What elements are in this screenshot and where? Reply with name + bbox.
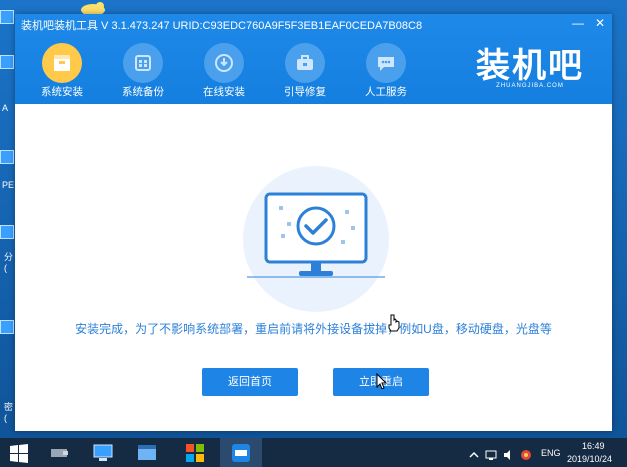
nav-item-system-install[interactable]: 系统安装 bbox=[31, 39, 93, 99]
desktop-icon[interactable] bbox=[0, 55, 14, 69]
brand-name: 装机吧 bbox=[476, 46, 584, 86]
tray-expand-icon[interactable] bbox=[469, 450, 479, 460]
clock-date[interactable]: 2019/10/24 bbox=[567, 454, 612, 464]
window-title: 装机吧装机工具 V 3.1.473.247 URID:C93EDC760A9F5… bbox=[21, 20, 423, 32]
desktop-label: ( bbox=[4, 413, 7, 423]
nav-item-online-install[interactable]: 在线安装 bbox=[193, 39, 255, 99]
nav-item-manual-service[interactable]: 人工服务 bbox=[355, 39, 417, 99]
windows-start-icon[interactable] bbox=[8, 442, 30, 464]
nav-label: 系统备份 bbox=[122, 86, 164, 98]
usb-drive-icon[interactable] bbox=[48, 442, 70, 464]
install-complete-message: 安装完成，为了不影响系统部署，重启前请将外接设备拔掉，例如U盘，移动硬盘，光盘等 bbox=[75, 322, 552, 336]
desktop-label: 分 bbox=[4, 252, 14, 262]
windows-backup-icon bbox=[123, 43, 163, 83]
minimize-button[interactable]: — bbox=[571, 16, 585, 30]
mouse-cursor-icon bbox=[388, 314, 400, 332]
desktop-icon[interactable] bbox=[0, 320, 14, 334]
desktop-icon[interactable] bbox=[0, 150, 14, 164]
desktop-label: A bbox=[2, 103, 9, 113]
nav-label: 引导修复 bbox=[284, 86, 326, 98]
close-button[interactable]: ✕ bbox=[593, 16, 607, 30]
network-icon[interactable] bbox=[485, 449, 497, 461]
nav-label: 系统安装 bbox=[41, 86, 83, 98]
mouse-cursor-icon bbox=[376, 373, 388, 389]
zhuangjiba-app-icon bbox=[232, 444, 250, 462]
nav-item-system-backup[interactable]: 系统备份 bbox=[112, 39, 174, 99]
desktop-label: ( bbox=[4, 263, 7, 273]
nav-item-boot-repair[interactable]: 引导修复 bbox=[274, 39, 336, 99]
brand-logo: 装机吧 ZHUANGJIBA.COM bbox=[460, 38, 600, 94]
install-complete-illustration bbox=[243, 166, 389, 312]
windows-tiles-icon[interactable] bbox=[184, 442, 206, 464]
installer-window: 装机吧装机工具 V 3.1.473.247 URID:C93EDC760A9F5… bbox=[15, 14, 612, 431]
taskbar-active-app[interactable] bbox=[220, 438, 262, 467]
title-bar: 装机吧装机工具 V 3.1.473.247 URID:C93EDC760A9F5… bbox=[15, 14, 612, 104]
main-content: 安装完成，为了不影响系统部署，重启前请将外接设备拔掉，例如U盘，移动硬盘，光盘等… bbox=[15, 104, 612, 431]
taskbar: ENG 16:49 2019/10/24 bbox=[0, 438, 627, 467]
box-icon bbox=[42, 43, 82, 83]
input-language[interactable]: ENG bbox=[541, 448, 561, 458]
color-app-tray-icon[interactable] bbox=[520, 449, 532, 461]
desktop-icon[interactable] bbox=[0, 10, 14, 24]
brand-url: ZHUANGJIBA.COM bbox=[496, 83, 564, 89]
desktop-label: PE bbox=[2, 180, 15, 190]
volume-icon[interactable] bbox=[503, 449, 515, 461]
clock-time[interactable]: 16:49 bbox=[582, 441, 605, 451]
browser-window-icon[interactable] bbox=[136, 442, 158, 464]
download-icon bbox=[204, 43, 244, 83]
briefcase-icon bbox=[285, 43, 325, 83]
desktop-label: 密 bbox=[4, 402, 14, 412]
back-home-button[interactable]: 返回首页 bbox=[202, 368, 298, 396]
computer-icon[interactable] bbox=[92, 442, 114, 464]
desktop-icon[interactable] bbox=[0, 225, 14, 239]
nav-label: 在线安装 bbox=[203, 86, 245, 98]
chat-icon bbox=[366, 43, 406, 83]
nav-label: 人工服务 bbox=[365, 86, 407, 98]
